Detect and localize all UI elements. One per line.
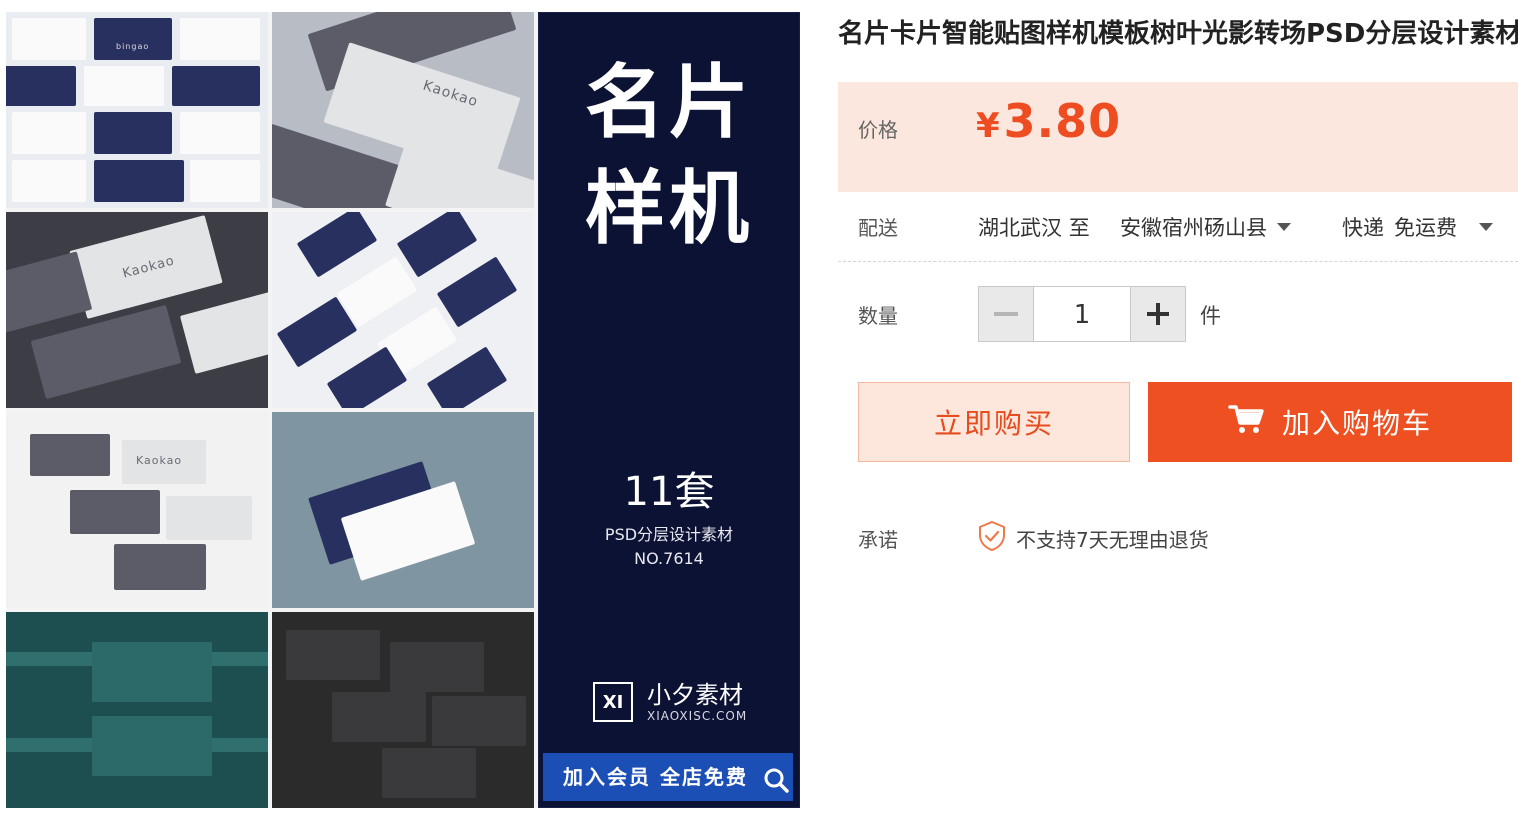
shipping-method-select[interactable]: 快递 免运费 xyxy=(1342,212,1493,242)
card xyxy=(179,290,268,374)
card xyxy=(70,490,160,534)
quantity-unit: 件 xyxy=(1200,304,1221,328)
card xyxy=(180,18,260,60)
zoom-icon[interactable] xyxy=(763,767,789,797)
price-amount: 3.80 xyxy=(1003,94,1122,148)
card xyxy=(296,212,378,278)
brand-url: XIAOXISC.COM xyxy=(647,709,748,723)
cart-icon xyxy=(1228,403,1264,442)
plus-icon xyxy=(1147,303,1169,325)
shipping-method: 快递 xyxy=(1342,216,1384,240)
promise-label: 承诺 xyxy=(858,528,898,552)
card xyxy=(426,346,508,408)
promo-line-1: 名片 xyxy=(585,56,753,149)
promise-row: 不支持7天无理由退货 xyxy=(978,520,1209,557)
add-to-cart-button[interactable]: 加入购物车 xyxy=(1148,382,1512,462)
card xyxy=(436,256,518,328)
promo-banner: 加入会员 全店免费 xyxy=(543,753,793,801)
card xyxy=(382,748,476,798)
quantity-label: 数量 xyxy=(858,304,898,328)
promise-text: 不支持7天无理由退货 xyxy=(1016,528,1209,552)
card xyxy=(12,18,86,60)
card-brand-text: Kaokao xyxy=(136,454,183,467)
promo-desc: PSD分层设计素材 xyxy=(604,525,734,544)
card xyxy=(166,496,252,540)
ship-from: 湖北武汉 至 xyxy=(978,212,1090,242)
brand-logo: XI 小夕素材 XIAOXISC.COM xyxy=(593,681,747,723)
mockup-tile-8 xyxy=(272,612,534,808)
card xyxy=(332,692,426,742)
mockup-tile-2: Kaokao xyxy=(272,12,534,208)
promo-side-panel: 名片 样机 11套 PSD分层设计素材 NO.7614 XI 小夕素材 XIAO… xyxy=(538,12,800,808)
card xyxy=(172,66,260,106)
mockup-tile-7 xyxy=(6,612,268,808)
promo-code: NO.7614 xyxy=(634,549,704,568)
card xyxy=(396,212,478,278)
quantity-stepper: 1 xyxy=(978,286,1186,342)
card xyxy=(390,642,484,692)
brand-mark: XI xyxy=(593,682,633,722)
card xyxy=(190,160,260,202)
shield-check-icon xyxy=(978,520,1006,557)
brand-name: 小夕素材 xyxy=(647,681,743,709)
mockup-tile-1: bingao xyxy=(6,12,268,208)
mockup-tile-4 xyxy=(272,212,534,408)
minus-icon xyxy=(994,312,1018,316)
card xyxy=(180,112,260,154)
card-brand-text: bingao xyxy=(116,42,150,51)
shipping-row: 配送 湖北武汉 至 安徽宿州砀山县 快递 免运费 xyxy=(838,200,1518,262)
card xyxy=(432,696,526,746)
destination-select[interactable]: 安徽宿州砀山县 xyxy=(1120,212,1291,242)
card xyxy=(94,160,184,202)
product-title: 名片卡片智能贴图样机模板树叶光影转场PSD分层设计素材 xyxy=(838,19,1518,49)
quantity-increase-button[interactable] xyxy=(1131,287,1185,341)
promo-count: 11套 xyxy=(623,469,715,515)
promo-line-2: 样机 xyxy=(585,162,753,255)
caret-down-icon xyxy=(1277,223,1291,231)
card xyxy=(12,160,86,202)
card xyxy=(94,18,172,60)
mockup-tile-5: Kaokao xyxy=(6,412,268,608)
card xyxy=(30,434,110,476)
price-currency: ¥ xyxy=(976,106,1000,146)
card xyxy=(114,544,206,590)
mockup-tile-3: Kaokao xyxy=(6,212,268,408)
destination-text: 安徽宿州砀山县 xyxy=(1120,216,1267,240)
mockup-tile-6 xyxy=(272,412,534,608)
ship-to-word: 至 xyxy=(1068,216,1090,240)
add-to-cart-label: 加入购物车 xyxy=(1281,407,1432,440)
card xyxy=(92,716,212,776)
shipping-fee: 免运费 xyxy=(1394,216,1457,240)
quantity-decrease-button[interactable] xyxy=(979,287,1033,341)
price-box: 价格 ¥3.80 xyxy=(838,82,1518,192)
buy-now-button[interactable]: 立即购买 xyxy=(858,382,1130,462)
card xyxy=(6,66,76,106)
quantity-input[interactable]: 1 xyxy=(1033,287,1131,341)
product-image[interactable]: bingao Kaokao Kaokao Kaokao 名片 样机 11套 PS… xyxy=(6,12,800,808)
caret-down-icon xyxy=(1479,223,1493,231)
price-value: ¥3.80 xyxy=(976,94,1121,148)
card xyxy=(94,112,172,154)
card xyxy=(92,642,212,702)
price-label: 价格 xyxy=(858,118,898,142)
card xyxy=(84,66,164,106)
card xyxy=(6,251,93,333)
card xyxy=(12,112,86,154)
ship-origin: 湖北武汉 xyxy=(978,216,1062,240)
shipping-label: 配送 xyxy=(858,216,898,240)
card xyxy=(286,630,380,680)
